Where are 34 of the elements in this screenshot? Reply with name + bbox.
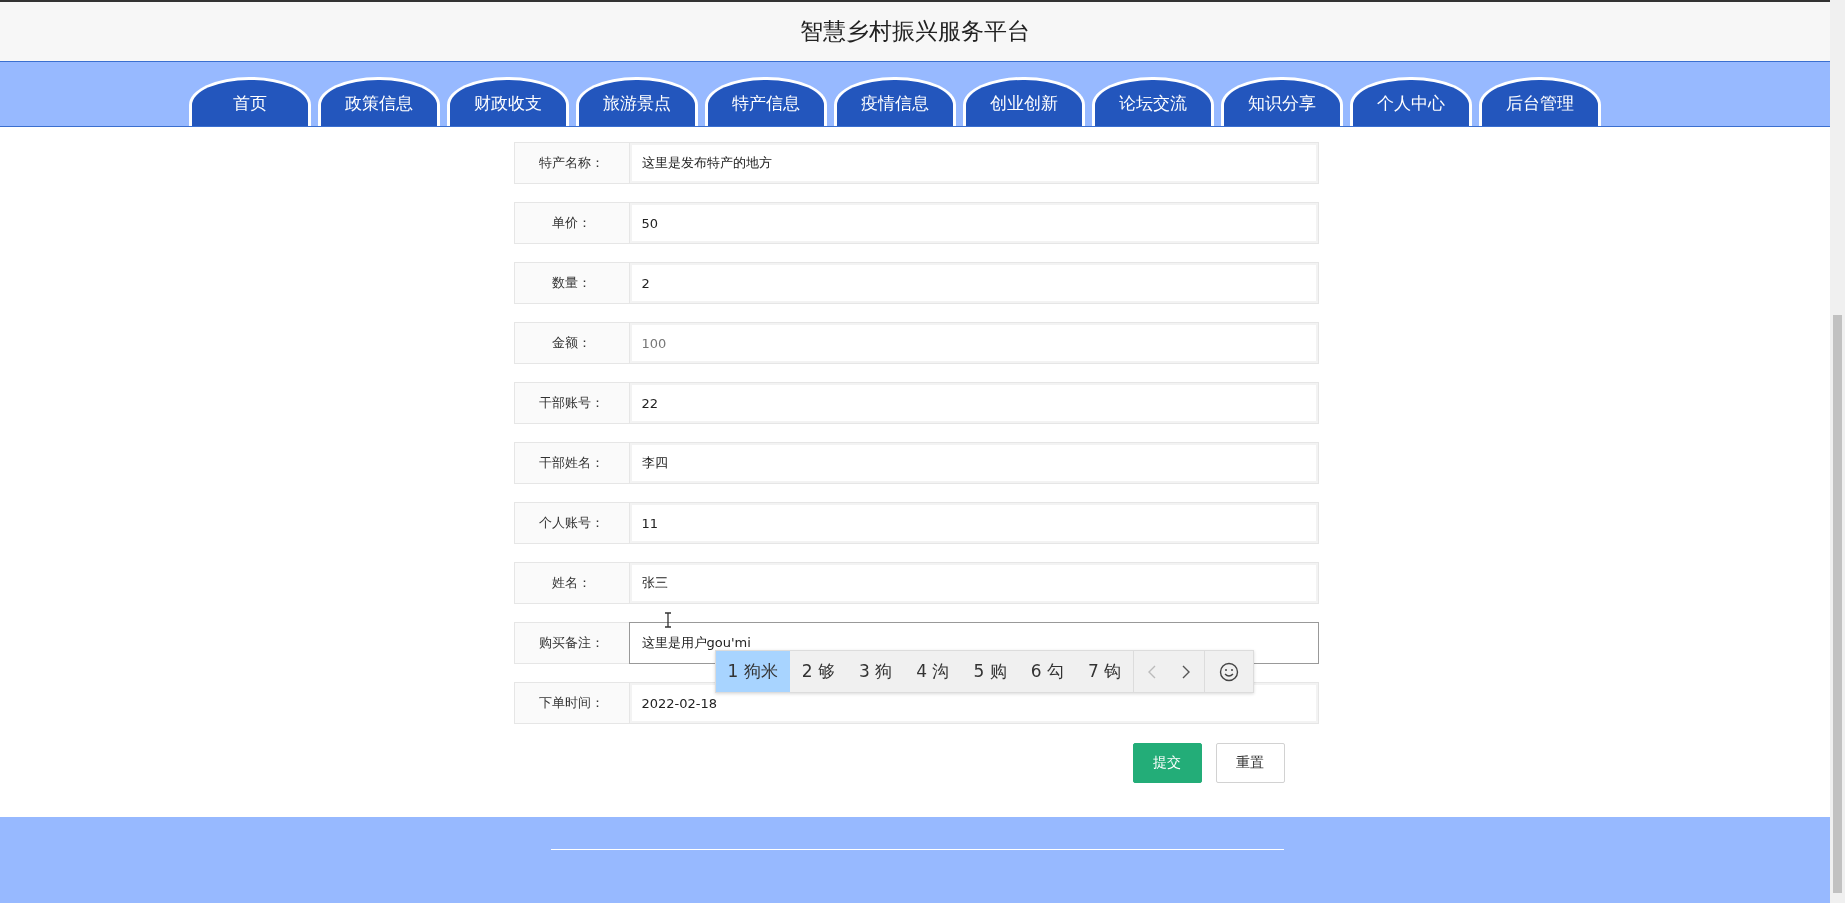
nav-tab[interactable]: 疫情信息 (834, 77, 956, 126)
nav-tab[interactable]: 财政收支 (447, 77, 569, 126)
reset-button[interactable]: 重置 (1215, 743, 1285, 783)
ime-candidate[interactable]: 1 狗米 (715, 651, 790, 692)
site-title: 智慧乡村振兴服务平台 (800, 17, 1030, 46)
nav-tab[interactable]: 个人中心 (1350, 77, 1472, 126)
nav-tab[interactable]: 后台管理 (1479, 77, 1601, 126)
input-field[interactable]: 22 (628, 382, 1319, 424)
scrollbar[interactable] (1830, 0, 1845, 903)
field-label: 下单时间： (513, 682, 629, 724)
field-label: 个人账号： (513, 502, 629, 544)
nav-tab[interactable]: 论坛交流 (1092, 77, 1214, 126)
input-field[interactable]: 50 (628, 202, 1319, 244)
input-field[interactable]: 张三 (628, 562, 1319, 604)
input-field[interactable]: 李四 (628, 442, 1319, 484)
nav-tab[interactable]: 创业创新 (963, 77, 1085, 126)
input-field[interactable]: 这里是发布特产的地方 (628, 142, 1319, 184)
input-field[interactable]: 11 (628, 502, 1319, 544)
field-label: 单价： (513, 202, 629, 244)
nav-tab[interactable]: 首页 (189, 77, 311, 126)
field-label: 姓名： (513, 562, 629, 604)
nav-tab[interactable]: 政策信息 (318, 77, 440, 126)
input-field[interactable]: 100 (628, 322, 1319, 364)
field-label: 购买备注： (513, 622, 629, 664)
text-cursor-icon (663, 612, 672, 628)
input-field[interactable]: 2 (628, 262, 1319, 304)
nav-tab[interactable]: 知识分享 (1221, 77, 1343, 126)
field-label: 金额： (513, 322, 629, 364)
nav-tab[interactable]: 旅游景点 (576, 77, 698, 126)
field-label: 数量： (513, 262, 629, 304)
field-label: 干部账号： (513, 382, 629, 424)
nav-tab[interactable]: 特产信息 (705, 77, 827, 126)
field-label: 特产名称： (513, 142, 629, 184)
field-label: 干部姓名： (513, 442, 629, 484)
